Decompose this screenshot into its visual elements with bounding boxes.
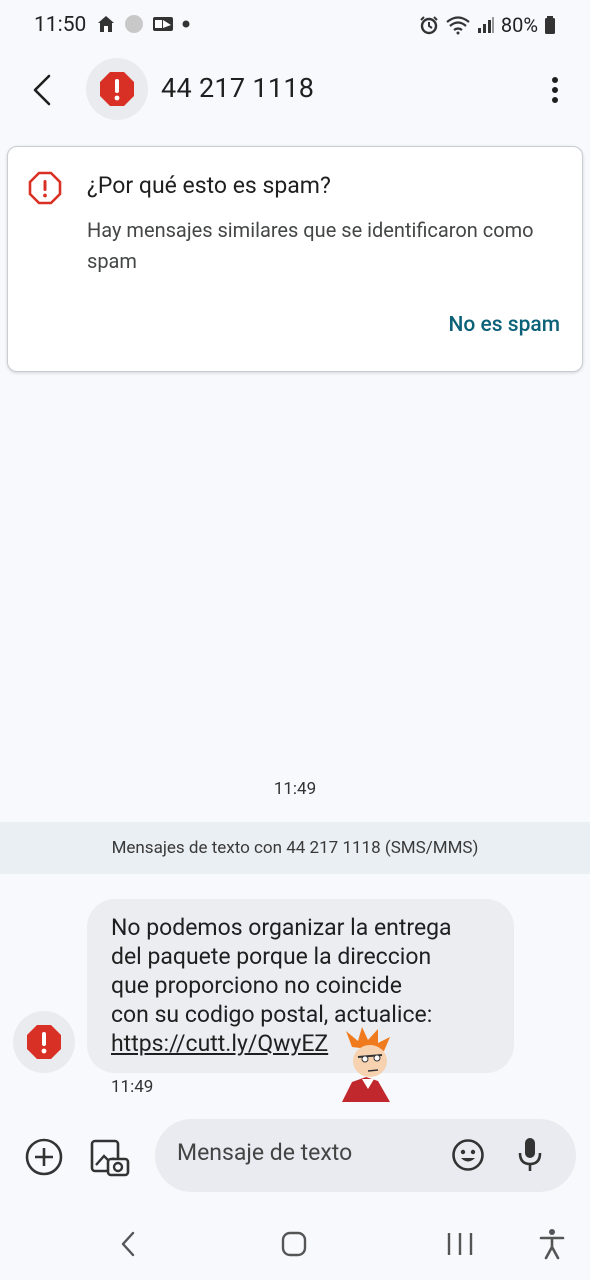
wifi-icon: [446, 16, 470, 35]
status-bar: 11:50 80%: [0, 0, 590, 54]
nav-home-icon[interactable]: [280, 1230, 308, 1258]
gallery-camera-button[interactable]: [88, 1135, 132, 1179]
nav-back-icon[interactable]: [115, 1230, 143, 1258]
spam-card-body: Hay mensajes similares que se identifica…: [87, 218, 534, 273]
back-button[interactable]: [22, 70, 62, 110]
status-time: 11:50: [34, 13, 87, 37]
compose-bar: [155, 1119, 576, 1192]
system-icons: 80%: [419, 13, 556, 37]
spam-warning-card: ¿Por qué esto es spam? Hay mensajes simi…: [7, 146, 583, 372]
spam-alert-icon: [27, 1025, 61, 1059]
contact-avatar[interactable]: [86, 58, 148, 120]
system-nav-bar: [0, 1218, 590, 1280]
message-bubble[interactable]: No podemos organizar la entrega del paqu…: [87, 899, 514, 1073]
message-timestamp: 11:49: [111, 1077, 154, 1097]
message-link[interactable]: https://cutt.ly/QwyEZ: [111, 1030, 328, 1057]
circle-notification-icon: [125, 15, 143, 33]
message-line: con su codigo postal, actualice:: [111, 1001, 433, 1028]
top-app-bar: 44 217 1118: [0, 54, 590, 130]
notification-icons: [96, 14, 190, 34]
nav-recents-icon[interactable]: [445, 1230, 475, 1258]
battery-percent: 80%: [500, 13, 538, 37]
message-line: del paquete porque la direccion: [111, 943, 432, 970]
sms-mms-banner: Mensajes de texto con 44 217 1118 (SMS/M…: [0, 822, 590, 874]
back-arrow-icon: [33, 74, 51, 106]
more-options-button[interactable]: [540, 70, 570, 110]
alarm-icon: [420, 16, 438, 35]
meme-sticker-icon: [342, 1027, 390, 1102]
accessibility-icon[interactable]: [538, 1228, 566, 1260]
emoji-button[interactable]: [451, 1138, 485, 1172]
microphone-button[interactable]: [515, 1136, 545, 1174]
spam-alert-icon: [100, 72, 134, 106]
outlook-icon: [153, 17, 173, 31]
conversation-title: 44 217 1118: [161, 72, 315, 104]
spam-card-title: ¿Por qué esto es spam?: [87, 172, 331, 199]
message-input[interactable]: [177, 1139, 437, 1166]
battery-icon: [545, 16, 555, 34]
spam-warning-icon: [28, 171, 62, 205]
message-text: No podemos organizar la entrega del paqu…: [111, 913, 501, 1058]
home-icon: [98, 16, 114, 32]
sender-avatar[interactable]: [13, 1011, 75, 1073]
more-vert-icon: [552, 77, 558, 103]
message-line: que proporciono no coincide: [111, 972, 402, 999]
message-line: No podemos organizar la entrega: [111, 914, 452, 941]
dot-icon: [182, 20, 190, 28]
signal-icon: [477, 17, 494, 33]
not-spam-button[interactable]: No es spam: [448, 313, 560, 337]
time-separator: 11:49: [273, 779, 317, 799]
add-attachment-button[interactable]: [24, 1137, 64, 1177]
